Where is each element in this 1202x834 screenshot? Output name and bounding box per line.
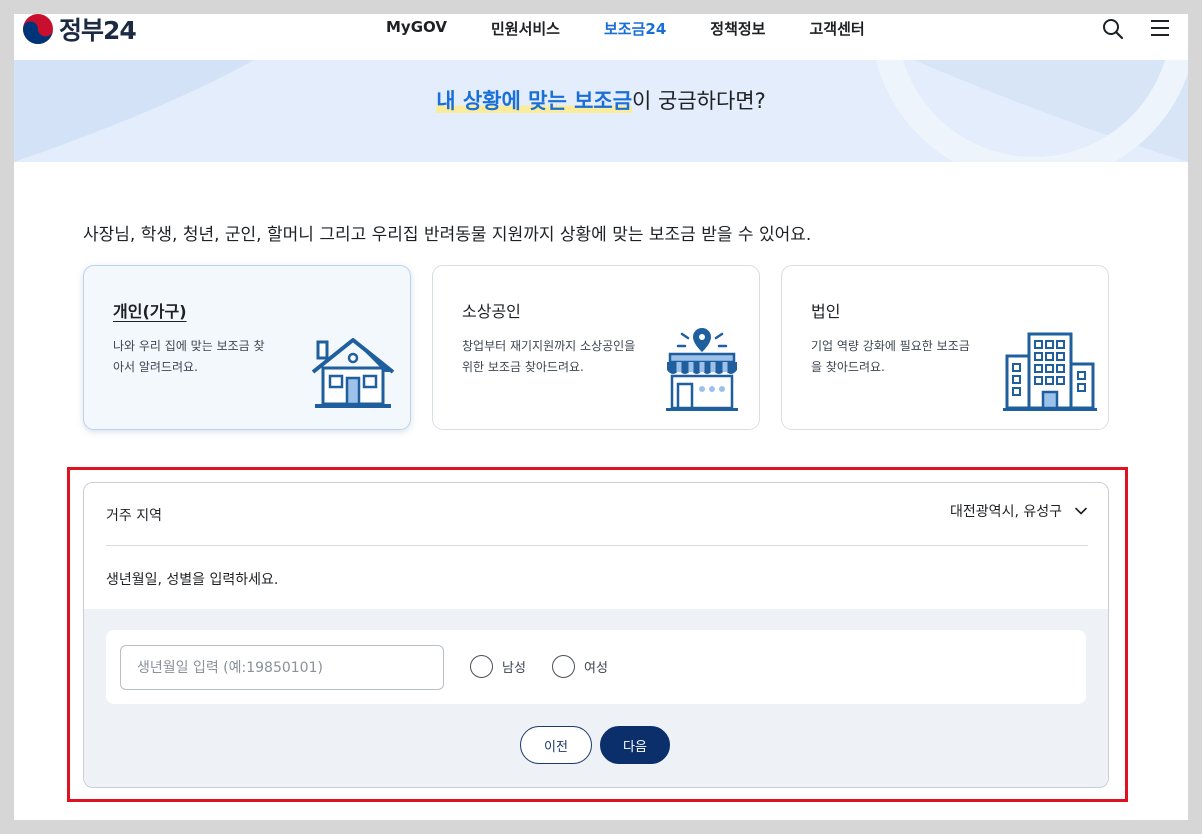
radio-label: 남성 — [502, 661, 526, 676]
card-corporation[interactable]: 법인 기업 역량 강화에 필요한 보조금을 찾아드려요. — [781, 265, 1109, 430]
main-nav: MyGOV 민원서비스 보조금24 정책정보 고객센터 — [386, 18, 865, 39]
card-title: 법인 — [811, 302, 841, 321]
card-description: 나와 우리 집에 맞는 보조금 찾아서 알려드려요. — [113, 339, 265, 374]
card-title: 개인(가구) — [113, 302, 187, 321]
nav-item-mygov[interactable]: MyGOV — [386, 18, 447, 39]
hero-banner: 내 상황에 맞는 보조금이 궁금하다면? — [14, 60, 1188, 162]
taegeuk-emblem-icon — [23, 14, 53, 44]
nav-item-civil-service[interactable]: 민원서비스 — [491, 18, 560, 39]
radio-circle[interactable] — [552, 655, 575, 678]
logo-text: 정부24 — [59, 16, 137, 45]
hero-title-rest: 이 궁금하다면? — [632, 89, 766, 113]
nav-item-policy-info[interactable]: 정책정보 — [710, 18, 765, 39]
prev-button[interactable]: 이전 — [520, 726, 592, 764]
chevron-down-icon — [1075, 507, 1087, 515]
input-area: 남성 여성 — [106, 630, 1086, 704]
menu-icon[interactable] — [1150, 18, 1170, 38]
nav-item-subsidy24[interactable]: 보조금24 — [604, 18, 666, 39]
hero-title-highlight: 내 상황에 맞는 보조금 — [436, 89, 633, 113]
gender-radio-female[interactable]: 여성 — [552, 655, 608, 678]
next-button[interactable]: 다음 — [600, 726, 670, 764]
card-title: 소상공인 — [462, 302, 521, 321]
gender-radio-male[interactable]: 남성 — [470, 655, 526, 678]
panel-input-section: 남성 여성 이전 다음 — [84, 609, 1108, 787]
card-description: 기업 역량 강화에 필요한 보조금을 찾아드려요. — [811, 339, 970, 374]
card-description: 창업부터 재기지원까지 소상공인을 위한 보조금 찾아드려요. — [462, 339, 636, 374]
panel-top-section: 거주 지역 대전광역시, 유성구 생년월일, 성별을 입력하세요. — [84, 483, 1108, 609]
region-label: 거주 지역 — [106, 508, 162, 524]
site-logo[interactable]: 정부24 — [22, 14, 137, 45]
hero-title: 내 상황에 맞는 보조금이 궁금하다면? — [14, 85, 1188, 115]
building-icon — [1003, 332, 1097, 411]
radio-label: 여성 — [584, 661, 608, 676]
divider — [106, 545, 1088, 546]
header-utilities — [1102, 18, 1170, 40]
birthdate-input[interactable] — [120, 645, 444, 690]
house-icon — [311, 338, 395, 408]
intro-text: 사장님, 학생, 청년, 군인, 할머니 그리고 우리집 반려동물 지원까지 상… — [83, 225, 812, 245]
condition-form-panel: 거주 지역 대전광역시, 유성구 생년월일, 성별을 입력하세요. 남성 여성 — [83, 482, 1109, 788]
top-navigation-bar: 정부24 MyGOV 민원서비스 보조금24 정책정보 고객센터 — [14, 14, 1188, 60]
browser-viewport: 정부24 MyGOV 민원서비스 보조금24 정책정보 고객센터 내 상황에 맞… — [14, 14, 1188, 820]
nav-item-customer-center[interactable]: 고객센터 — [809, 18, 864, 39]
card-small-business[interactable]: 소상공인 창업부터 재기지원까지 소상공인을 위한 보조금 찾아드려요. — [432, 265, 760, 430]
radio-circle[interactable] — [470, 655, 493, 678]
search-icon[interactable] — [1102, 18, 1124, 40]
region-select[interactable]: 대전광역시, 유성구 — [950, 501, 1088, 521]
store-icon — [666, 328, 738, 411]
card-individual[interactable]: 개인(가구) 나와 우리 집에 맞는 보조금 찾아서 알려드려요. — [83, 265, 411, 430]
region-value: 대전광역시, 유성구 — [950, 504, 1062, 520]
birth-gender-prompt: 생년월일, 성별을 입력하세요. — [106, 572, 279, 588]
